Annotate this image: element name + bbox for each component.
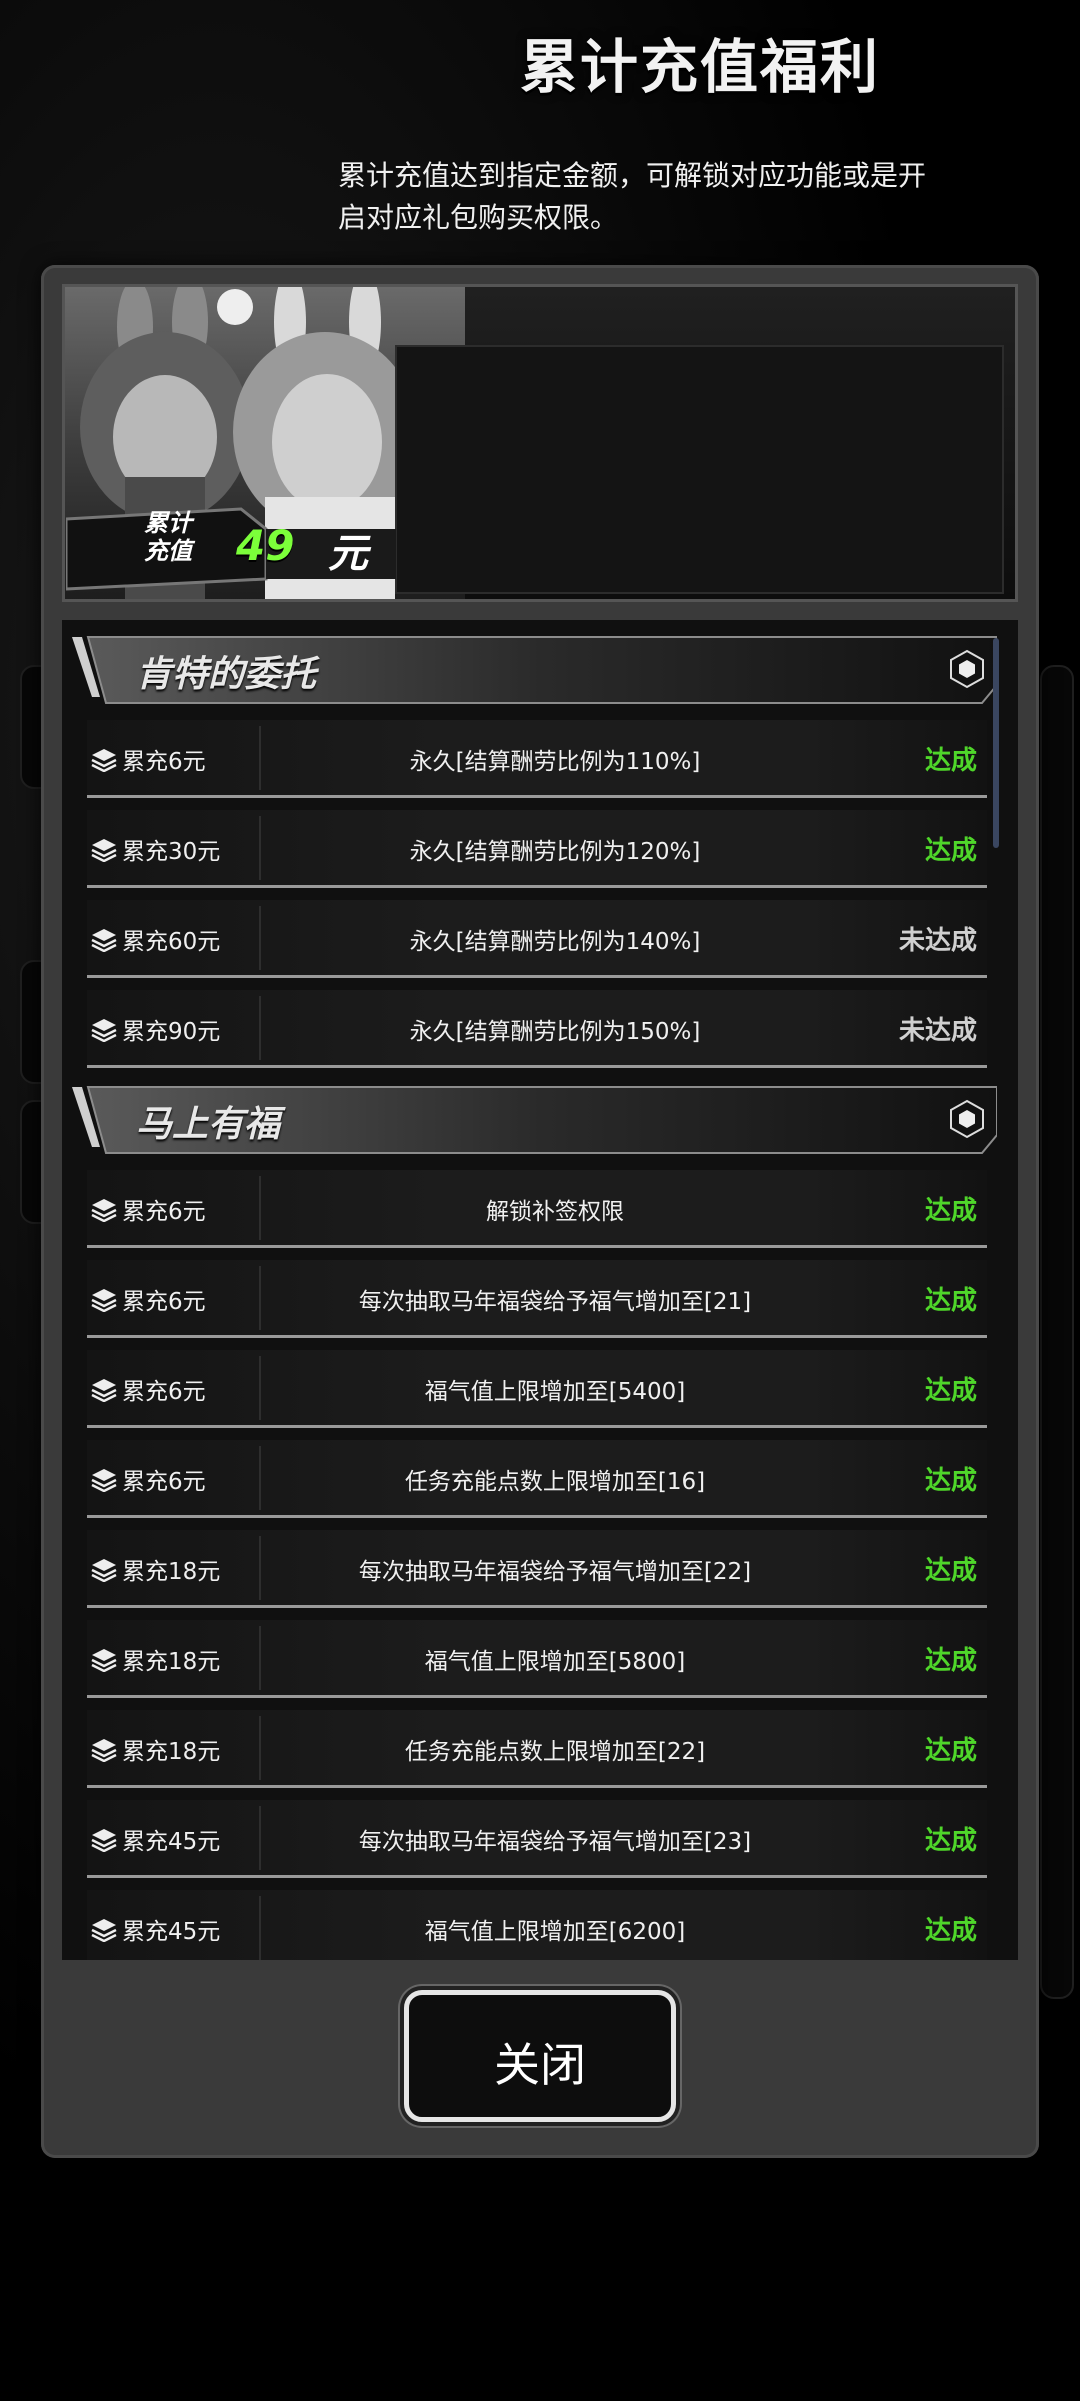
layers-icon: [91, 1019, 117, 1042]
layers-icon: [91, 1919, 117, 1942]
reward-description: 福气值上限增加至[5400]: [424, 1379, 686, 1405]
row-divider: [259, 816, 261, 880]
reward-amount: 累充6元: [122, 1469, 206, 1495]
reward-status: 达成: [924, 1556, 977, 1586]
section-title: 肯特的委托: [136, 654, 317, 695]
reward-status: 达成: [924, 1736, 977, 1766]
reward-description: 福气值上限增加至[5800]: [424, 1649, 686, 1675]
row-divider: [259, 1896, 261, 1960]
layers-icon: [91, 1559, 117, 1582]
reward-row: 累充18元 福气值上限增加至[5800] 达成: [87, 1620, 987, 1698]
section-header-kent: 肯特的委托: [72, 635, 997, 705]
reward-row: 累充45元 每次抽取马年福袋给予福气增加至[23] 达成: [87, 1800, 987, 1878]
reward-description: 每次抽取马年福袋给予福气增加至[22]: [358, 1559, 752, 1585]
reward-amount: 累充6元: [122, 1379, 206, 1405]
reward-description: 每次抽取马年福袋给予福气增加至[23]: [358, 1829, 752, 1855]
reward-amount: 累充6元: [122, 1199, 206, 1225]
reward-amount: 累充18元: [122, 1559, 221, 1585]
reward-row: 累充6元 解锁补签权限 达成: [87, 1170, 987, 1248]
reward-description: 任务充能点数上限增加至[16]: [404, 1469, 706, 1495]
row-divider: [259, 1266, 261, 1330]
row-divider: [259, 1176, 261, 1240]
reward-amount: 累充6元: [122, 1289, 206, 1315]
close-button-label: 关闭: [494, 2038, 586, 2092]
total-recharge-label: 累计 充值: [108, 509, 228, 565]
rewards-list[interactable]: 肯特的委托 累充6元 永久[结算酬劳比例为110%] 达成 累充30元 永久[结…: [62, 620, 1018, 1960]
reward-amount: 累充90元: [122, 1019, 221, 1045]
reward-row: 累充60元 永久[结算酬劳比例为140%] 未达成: [87, 900, 987, 978]
reward-description: 福气值上限增加至[6200]: [424, 1919, 686, 1945]
list-scrollbar[interactable]: [993, 638, 999, 848]
reward-amount: 累充18元: [122, 1739, 221, 1765]
row-divider: [259, 906, 261, 970]
reward-status: 达成: [924, 1646, 977, 1676]
reward-status: 达成: [924, 1826, 977, 1856]
layers-icon: [91, 1379, 117, 1402]
reward-status: 达成: [924, 1466, 977, 1496]
hexagon-icon: [950, 649, 984, 689]
reward-status: 达成: [924, 1376, 977, 1406]
background-card: [1040, 665, 1074, 1999]
reward-status: 达成: [924, 1196, 977, 1226]
reward-row: 累充45元 福气值上限增加至[6200] 达成: [87, 1890, 987, 1960]
row-divider: [259, 726, 261, 790]
close-button[interactable]: 关闭: [404, 1990, 676, 2122]
hexagon-icon: [950, 1099, 984, 1139]
reward-description: 永久[结算酬劳比例为120%]: [409, 839, 701, 865]
total-recharge-badge: 累计 充值 49 元: [66, 499, 426, 594]
total-recharge-value: 49: [236, 521, 295, 570]
section-header-fortune: 马上有福: [72, 1085, 997, 1155]
layers-icon: [91, 839, 117, 862]
row-divider: [259, 1356, 261, 1420]
reward-status: 达成: [924, 836, 977, 866]
row-divider: [259, 1716, 261, 1780]
row-divider: [259, 1446, 261, 1510]
dialog-description: 累计充值达到指定金额，可解锁对应功能或是开启对应礼包购买权限。: [338, 159, 927, 234]
row-divider: [259, 996, 261, 1060]
reward-description: 任务充能点数上限增加至[22]: [404, 1739, 706, 1765]
section-title: 马上有福: [136, 1104, 281, 1145]
reward-row: 累充6元 任务充能点数上限增加至[16] 达成: [87, 1440, 987, 1518]
reward-amount: 累充45元: [122, 1829, 221, 1855]
layers-icon: [91, 1289, 117, 1312]
reward-description: 每次抽取马年福袋给予福气增加至[21]: [358, 1289, 752, 1315]
layers-icon: [91, 1829, 117, 1852]
dialog-title: 累计充值福利: [519, 33, 880, 101]
layers-icon: [91, 929, 117, 952]
reward-row: 累充18元 每次抽取马年福袋给予福气增加至[22] 达成: [87, 1530, 987, 1608]
reward-row: 累充6元 永久[结算酬劳比例为110%] 达成: [87, 720, 987, 798]
reward-amount: 累充45元: [122, 1919, 221, 1945]
row-divider: [259, 1806, 261, 1870]
reward-description: 解锁补签权限: [486, 1199, 624, 1225]
layers-icon: [91, 1649, 117, 1672]
total-recharge-unit: 元: [328, 531, 368, 577]
row-divider: [259, 1536, 261, 1600]
reward-description: 永久[结算酬劳比例为110%]: [409, 749, 701, 775]
reward-amount: 累充18元: [122, 1649, 221, 1675]
reward-description: 永久[结算酬劳比例为140%]: [409, 929, 701, 955]
description-box: [395, 345, 1004, 594]
reward-amount: 累充60元: [122, 929, 221, 955]
reward-status: 达成: [924, 1286, 977, 1316]
reward-status: 未达成: [898, 1016, 977, 1046]
layers-icon: [91, 1469, 117, 1492]
reward-row: 累充6元 福气值上限增加至[5400] 达成: [87, 1350, 987, 1428]
layers-icon: [91, 1739, 117, 1762]
reward-amount: 累充6元: [122, 749, 206, 775]
row-divider: [259, 1626, 261, 1690]
layers-icon: [91, 749, 117, 772]
reward-row: 累充30元 永久[结算酬劳比例为120%] 达成: [87, 810, 987, 888]
reward-status: 未达成: [898, 926, 977, 956]
reward-row: 累充90元 永久[结算酬劳比例为150%] 未达成: [87, 990, 987, 1068]
reward-amount: 累充30元: [122, 839, 221, 865]
reward-status: 达成: [924, 1916, 977, 1946]
reward-row: 累充18元 任务充能点数上限增加至[22] 达成: [87, 1710, 987, 1788]
reward-status: 达成: [924, 746, 977, 776]
reward-description: 永久[结算酬劳比例为150%]: [409, 1019, 701, 1045]
layers-icon: [91, 1199, 117, 1222]
reward-row: 累充6元 每次抽取马年福袋给予福气增加至[21] 达成: [87, 1260, 987, 1338]
total-label-line2: 充值: [144, 537, 192, 565]
total-label-line1: 累计: [144, 509, 192, 537]
